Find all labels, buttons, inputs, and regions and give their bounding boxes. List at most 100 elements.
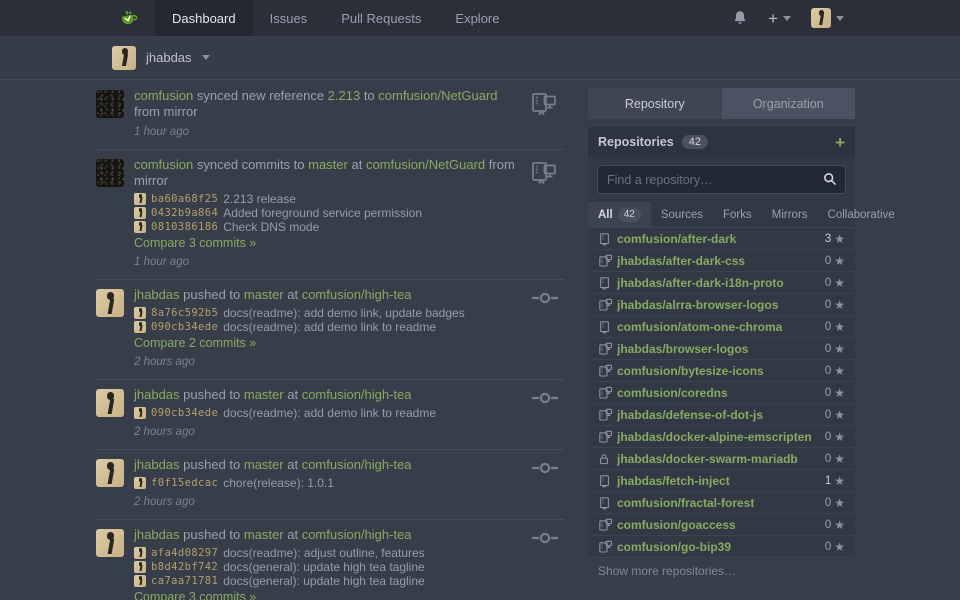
context-switcher-caret-icon[interactable] xyxy=(202,55,210,60)
compare-commits-link[interactable]: Compare 2 commits » xyxy=(134,336,564,350)
repo-star-count: 0★ xyxy=(825,277,845,289)
commit-sha-link[interactable]: b8d42bf742 xyxy=(151,560,218,574)
repo-search-input[interactable] xyxy=(597,165,846,194)
git-commit-icon xyxy=(532,530,558,546)
feed-body: jhabdas pushed to master at comfusion/hi… xyxy=(134,527,564,600)
filter-mirrors[interactable]: Mirrors xyxy=(762,202,818,227)
commit-sha-link[interactable]: ba60a68f25 xyxy=(151,192,218,206)
commit-sha-link[interactable]: 090cb34ede xyxy=(151,320,218,334)
feed-link[interactable]: jhabdas xyxy=(134,287,180,302)
feed-link[interactable]: jhabdas xyxy=(134,457,180,472)
filter-sources[interactable]: Sources xyxy=(651,202,713,227)
commit-line: f0f15edcac chore(release): 1.0.1 xyxy=(134,476,564,490)
git-commit-icon xyxy=(532,460,558,476)
repo-list-item[interactable]: jhabdas/after-dark-i18n-proto 0★ xyxy=(588,272,855,294)
repo-list-item[interactable]: jhabdas/docker-alpine-emscripten 0★ xyxy=(588,426,855,448)
feed-link[interactable]: master xyxy=(244,387,284,402)
repo-list-item[interactable]: comfusion/bytesize-icons 0★ xyxy=(588,360,855,382)
feed-link[interactable]: 2.213 xyxy=(328,88,361,103)
repo-list-item[interactable]: comfusion/coredns 0★ xyxy=(588,382,855,404)
mirror-repo-icon xyxy=(598,342,613,356)
star-icon: ★ xyxy=(834,321,845,333)
compare-commits-link[interactable]: Compare 3 commits » xyxy=(134,236,564,250)
feed-timestamp: 2 hours ago xyxy=(134,496,564,509)
feed-text: at xyxy=(284,287,302,302)
repo-book-icon xyxy=(598,232,613,246)
repo-list-item[interactable]: jhabdas/fetch-inject 1★ xyxy=(588,470,855,492)
feed-link[interactable]: comfusion xyxy=(134,88,193,103)
repo-book-icon xyxy=(598,474,613,488)
show-more-repositories-link[interactable]: Show more repositories… xyxy=(588,558,855,584)
feed-link[interactable]: master xyxy=(244,527,284,542)
commit-sha-link[interactable]: 0810386186 xyxy=(151,220,218,234)
repo-star-count: 0★ xyxy=(825,387,845,399)
commit-author-avatar xyxy=(134,477,146,489)
feed-link[interactable]: comfusion/high-tea xyxy=(302,287,412,302)
feed-link[interactable]: comfusion/NetGuard xyxy=(366,157,485,172)
repo-list-item[interactable]: jhabdas/docker-swarm-mariadb 0★ xyxy=(588,448,855,470)
context-username[interactable]: jhabdas xyxy=(146,50,192,65)
nav-item-issues[interactable]: Issues xyxy=(253,0,325,36)
actor-avatar[interactable] xyxy=(96,90,124,118)
repo-name: comfusion/go-bip39 xyxy=(617,540,825,554)
commit-list: f0f15edcac chore(release): 1.0.1 xyxy=(134,476,564,490)
repo-list-item[interactable]: comfusion/after-dark 3★ xyxy=(588,228,855,250)
feed-text: synced new reference xyxy=(193,88,327,103)
actor-avatar[interactable] xyxy=(96,459,124,487)
commit-list: ba60a68f25 2.213 release 0432b9a864 Adde… xyxy=(134,192,564,234)
repo-list-item[interactable]: comfusion/goaccess 0★ xyxy=(588,514,855,536)
filter-count-badge: 42 xyxy=(618,208,641,222)
repo-list-item[interactable]: comfusion/fractal-forest 0★ xyxy=(588,492,855,514)
feed-link[interactable]: comfusion/high-tea xyxy=(302,387,412,402)
repo-list-item[interactable]: comfusion/go-bip39 0★ xyxy=(588,536,855,558)
commit-sha-link[interactable]: afa4d08297 xyxy=(151,546,218,560)
repositories-count-badge: 42 xyxy=(682,135,708,149)
new-repository-plus-icon[interactable]: + xyxy=(835,134,845,151)
commit-sha-link[interactable]: ca7aa71781 xyxy=(151,574,218,588)
feed-link[interactable]: comfusion/high-tea xyxy=(302,527,412,542)
nav-item-explore[interactable]: Explore xyxy=(438,0,516,36)
user-menu-button[interactable] xyxy=(811,8,844,28)
commit-sha-link[interactable]: f0f15edcac xyxy=(151,476,218,490)
filter-collaborative[interactable]: Collaborative xyxy=(818,202,905,227)
commit-sha-link[interactable]: 0432b9a864 xyxy=(151,206,218,220)
search-icon[interactable] xyxy=(823,172,837,186)
notifications-bell-icon[interactable] xyxy=(732,10,748,26)
compare-commits-link[interactable]: Compare 3 commits » xyxy=(134,590,564,600)
repo-name: comfusion/coredns xyxy=(617,386,825,400)
repo-list-item[interactable]: jhabdas/alrra-browser-logos 0★ xyxy=(588,294,855,316)
feed-link[interactable]: master xyxy=(308,157,348,172)
create-new-button[interactable]: + xyxy=(768,10,791,27)
home-logo-link[interactable] xyxy=(104,0,155,36)
repo-list-item[interactable]: jhabdas/defense-of-dot-js 0★ xyxy=(588,404,855,426)
nav-item-pull-requests[interactable]: Pull Requests xyxy=(324,0,438,36)
feed-link[interactable]: comfusion/NetGuard xyxy=(378,88,497,103)
feed-link[interactable]: comfusion xyxy=(134,157,193,172)
feed-link[interactable]: jhabdas xyxy=(134,387,180,402)
feed-link[interactable]: comfusion/high-tea xyxy=(302,457,412,472)
star-icon: ★ xyxy=(834,519,845,531)
feed-title: jhabdas pushed to master at comfusion/hi… xyxy=(134,527,564,543)
actor-avatar[interactable] xyxy=(96,159,124,187)
tab-repository[interactable]: Repository xyxy=(588,88,722,119)
tab-organization[interactable]: Organization xyxy=(722,88,856,119)
feed-link[interactable]: jhabdas xyxy=(134,527,180,542)
feed-link[interactable]: master xyxy=(244,287,284,302)
repo-list-item[interactable]: comfusion/atom-one-chroma 0★ xyxy=(588,316,855,338)
filter-forks[interactable]: Forks xyxy=(713,202,762,227)
star-icon: ★ xyxy=(834,277,845,289)
commit-sha-link[interactable]: 090cb34ede xyxy=(151,406,218,420)
repo-star-count: 0★ xyxy=(825,497,845,509)
actor-avatar[interactable] xyxy=(96,289,124,317)
commit-sha-link[interactable]: 8a76c592b5 xyxy=(151,306,218,320)
feed-link[interactable]: master xyxy=(244,457,284,472)
nav-item-dashboard[interactable]: Dashboard xyxy=(155,0,253,36)
filter-all[interactable]: All42 xyxy=(588,202,651,227)
commit-author-avatar xyxy=(134,193,146,205)
actor-avatar[interactable] xyxy=(96,529,124,557)
feed-text: at xyxy=(284,387,302,402)
repo-list-item[interactable]: jhabdas/after-dark-css 0★ xyxy=(588,250,855,272)
repo-list-item[interactable]: jhabdas/browser-logos 0★ xyxy=(588,338,855,360)
actor-avatar[interactable] xyxy=(96,389,124,417)
star-icon: ★ xyxy=(834,255,845,267)
